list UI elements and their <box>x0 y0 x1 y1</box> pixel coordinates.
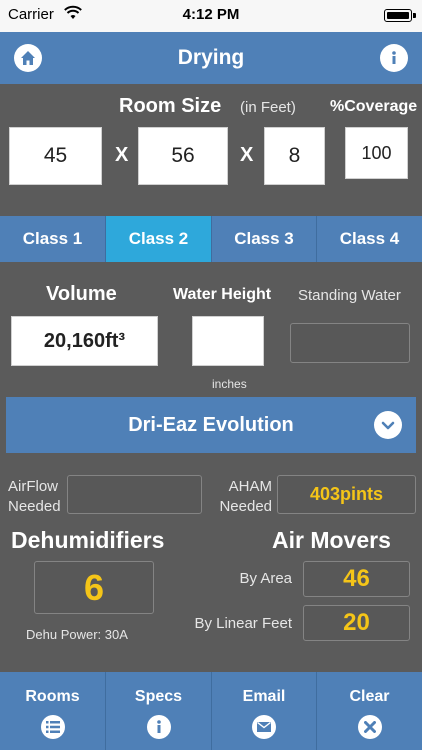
by-linear-feet-label: By Linear Feet <box>194 615 292 632</box>
tab-rooms[interactable]: Rooms <box>0 672 106 750</box>
status-time: 4:12 PM <box>182 6 240 23</box>
tab-specs-label: Specs <box>134 688 183 705</box>
room-size-label: Room Size <box>119 95 222 117</box>
info-button[interactable] <box>380 44 408 72</box>
battery-icon <box>384 9 416 22</box>
by-area-label: By Area <box>239 570 292 587</box>
water-height-unit: inches <box>212 377 247 391</box>
coverage-label: %Coverage <box>330 98 418 115</box>
room-size-unit: (in Feet) <box>240 99 296 116</box>
airflow-field <box>67 475 202 514</box>
dehumidifier-count: 6 <box>34 561 154 614</box>
nav-bar: Drying <box>0 32 422 84</box>
class-3-button[interactable]: Class 3 <box>212 216 317 262</box>
aham-label: AHAM Needed <box>217 477 272 517</box>
volume-value: 20,160ft³ <box>11 316 158 366</box>
airflow-label: AirFlow Needed <box>8 477 61 517</box>
bottom-tab-bar: Rooms Specs Email Clear <box>0 672 422 750</box>
class-selector: Class 1 Class 2 Class 3 Class 4 <box>0 216 422 262</box>
water-height-label: Water Height <box>173 286 272 303</box>
envelope-icon <box>252 715 276 739</box>
tab-email[interactable]: Email <box>212 672 317 750</box>
status-bar: Carrier 4:12 PM <box>0 0 422 32</box>
standing-water-field[interactable] <box>290 323 410 363</box>
class-1-button[interactable]: Class 1 <box>0 216 106 262</box>
close-icon <box>357 715 382 739</box>
tab-specs[interactable]: Specs <box>106 672 212 750</box>
room-height-input[interactable]: 8 <box>264 127 325 185</box>
class-4-button[interactable]: Class 4 <box>317 216 422 262</box>
dehumidifiers-label: Dehumidifiers <box>11 527 165 553</box>
dehu-power-note: Dehu Power: 30A <box>26 627 128 642</box>
times-sign: X <box>115 144 129 166</box>
dehumidifier-model-value: Dri-Eaz Evolution <box>128 414 294 436</box>
tab-clear-label: Clear <box>349 688 390 705</box>
water-height-input[interactable] <box>192 316 264 366</box>
airflow-label-line1: AirFlow <box>8 478 59 495</box>
tab-rooms-label: Rooms <box>25 688 80 705</box>
air-movers-by-linear-value: 20 <box>303 605 410 641</box>
air-movers-by-area-value: 46 <box>303 561 410 597</box>
tab-email-label: Email <box>242 688 286 705</box>
aham-label-line2: Needed <box>219 498 272 515</box>
airflow-label-line2: Needed <box>8 498 61 515</box>
room-width-input[interactable]: 56 <box>138 127 228 185</box>
chevron-down-icon <box>374 411 402 439</box>
aham-value: 403pints <box>277 475 416 514</box>
info-icon <box>392 51 396 64</box>
dehumidifier-model-select[interactable]: Dri-Eaz Evolution <box>6 397 416 453</box>
air-movers-label: Air Movers <box>272 527 391 553</box>
room-length-input[interactable]: 45 <box>9 127 102 185</box>
aham-label-line1: AHAM <box>228 478 272 495</box>
info-icon <box>146 715 171 739</box>
tab-clear[interactable]: Clear <box>317 672 422 750</box>
times-sign: X <box>240 144 254 166</box>
page-title: Drying <box>177 46 245 69</box>
list-icon <box>40 715 65 739</box>
volume-label: Volume <box>46 283 117 305</box>
coverage-input[interactable]: 100 <box>345 127 408 179</box>
class-2-button[interactable]: Class 2 <box>106 216 212 262</box>
standing-water-label: Standing Water <box>298 287 401 304</box>
